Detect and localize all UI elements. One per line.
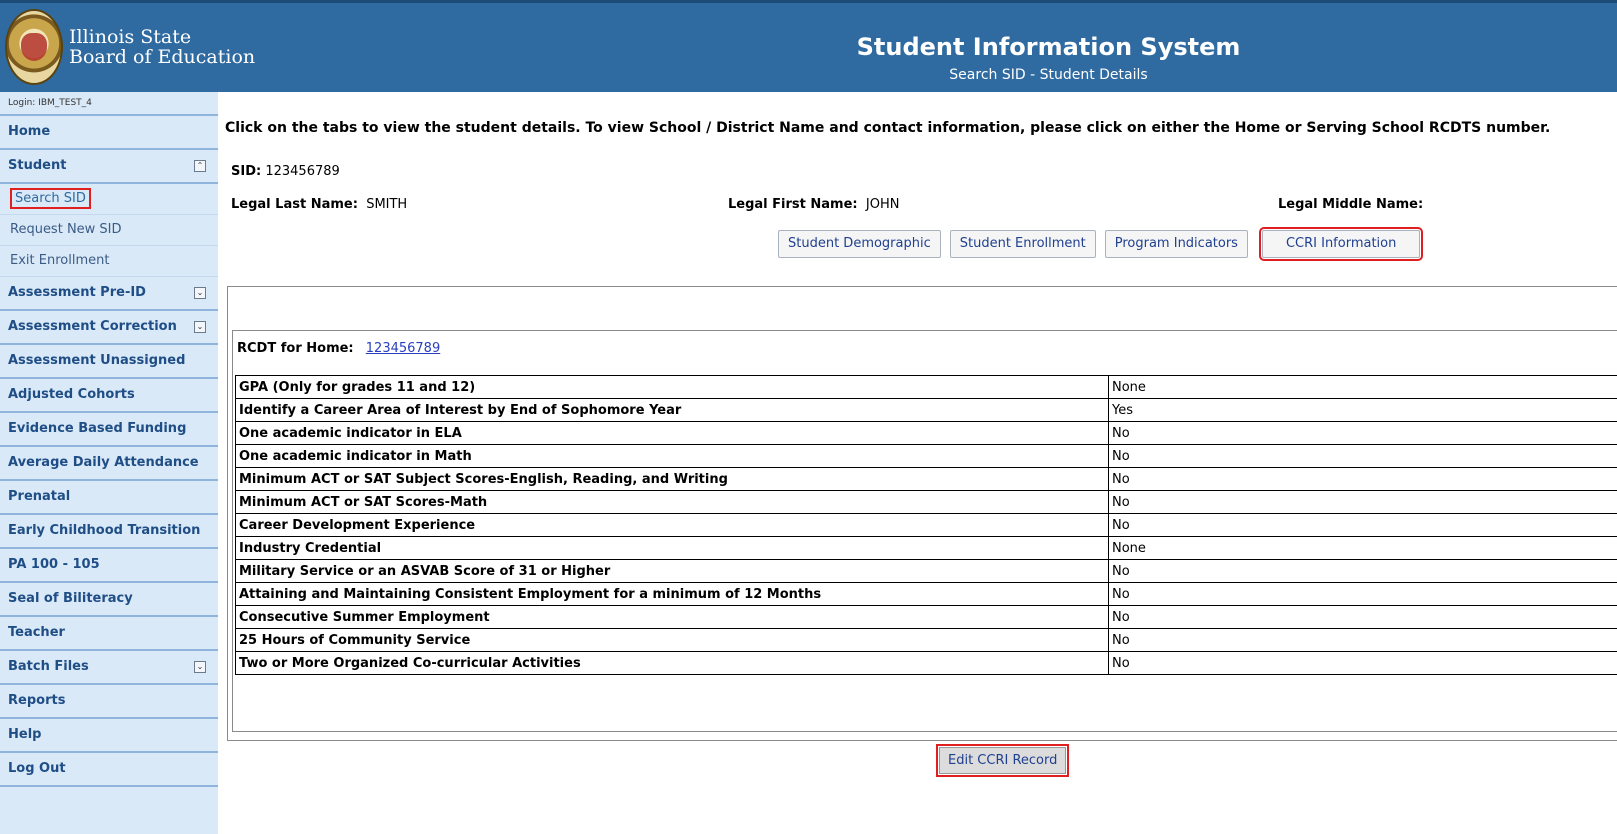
sidebar-item-pa-100-105[interactable]: PA 100 - 105 [0,549,218,583]
sidebar-nav: Login: IBM_TEST_4 Home Student ⌃ Search … [0,92,218,834]
indicator-value: No [1108,421,1617,445]
table-row: Attaining and Maintaining Consistent Emp… [235,582,1617,606]
ccri-table: GPA (Only for grades 11 and 12) None Iden… [235,375,1617,675]
table-row: Consecutive Summer Employment No [235,605,1617,629]
middle-name-label: Legal Middle Name: [1278,197,1424,212]
table-row: GPA (Only for grades 11 and 12) None [235,375,1617,399]
indicator-value: No [1108,605,1617,629]
page-subtitle: Search SID - Student Details [949,67,1148,83]
sidebar-item-assessment-unassigned[interactable]: Assessment Unassigned [0,345,218,379]
indicator-value: None [1108,536,1617,560]
tab-student-enrollment[interactable]: Student Enrollment [949,230,1096,258]
sidebar-item-batch-files[interactable]: Batch Files ⌄ [0,651,218,685]
app-title: Student Information System [856,33,1241,61]
indicator-value: None [1108,375,1617,399]
chevron-down-icon[interactable]: ⌄ [194,661,206,673]
indicator-value: No [1108,559,1617,583]
first-name-field: Legal First Name: JOHN [728,197,899,212]
last-name-field: Legal Last Name: SMITH [231,197,407,212]
chevron-up-icon[interactable]: ⌃ [194,160,206,172]
instructions-text: Click on the tabs to view the student de… [225,120,1551,136]
indicator-label: Attaining and Maintaining Consistent Emp… [235,582,1109,606]
sidebar-item-home[interactable]: Home [0,116,218,150]
table-row: Career Development Experience No [235,513,1617,537]
rcdt-home-link[interactable]: 123456789 [366,341,440,356]
sidebar-item-evidence-based-funding[interactable]: Evidence Based Funding [0,413,218,447]
first-name-label: Legal First Name: [728,197,858,212]
indicator-label: One academic indicator in ELA [235,421,1109,445]
sid-row: SID: 123456789 [231,164,340,179]
sidebar-item-label: Search SID [10,188,91,209]
indicator-value: No [1108,490,1617,514]
table-row: 25 Hours of Community Service No [235,628,1617,652]
sidebar-item-assessment-correction[interactable]: Assessment Correction ⌄ [0,311,218,345]
app-title-block: Student Information System Search SID - … [0,33,1617,83]
indicator-value: Yes [1108,398,1617,422]
table-row: Minimum ACT or SAT Subject Scores-Englis… [235,467,1617,491]
detail-tabs: Student Demographic Student Enrollment P… [778,227,1429,261]
page-header: Illinois State Board of Education Studen… [0,0,1617,92]
indicator-label: One academic indicator in Math [235,444,1109,468]
tab-program-indicators[interactable]: Program Indicators [1104,230,1248,258]
sidebar-item-help[interactable]: Help [0,719,218,753]
sidebar-item-early-childhood-transition[interactable]: Early Childhood Transition [0,515,218,549]
sid-value: 123456789 [265,164,340,179]
indicator-value: No [1108,582,1617,606]
indicator-value: No [1108,444,1617,468]
indicator-label: Consecutive Summer Employment [235,605,1109,629]
table-row: One academic indicator in ELA No [235,421,1617,445]
table-row: Military Service or an ASVAB Score of 31… [235,559,1617,583]
ccri-panel: RCDT for Home: 123456789 GPA (Only for g… [227,286,1617,741]
sidebar-item-label: Batch Files [8,659,89,674]
middle-name-field: Legal Middle Name: [1278,197,1423,212]
sidebar-subitem-exit-enrollment[interactable]: Exit Enrollment [0,246,218,277]
indicator-label: Minimum ACT or SAT Subject Scores-Englis… [235,467,1109,491]
sidebar-item-teacher[interactable]: Teacher [0,617,218,651]
login-info: Login: IBM_TEST_4 [0,92,218,116]
tab-student-demographic[interactable]: Student Demographic [778,230,941,258]
sidebar-item-label: Student [8,158,67,173]
ccri-inner-panel: RCDT for Home: 123456789 GPA (Only for g… [232,330,1617,732]
table-row: Identify a Career Area of Interest by En… [235,398,1617,422]
sidebar-item-adjusted-cohorts[interactable]: Adjusted Cohorts [0,379,218,413]
sidebar-item-prenatal[interactable]: Prenatal [0,481,218,515]
sidebar-item-label: Assessment Correction [8,319,177,334]
sidebar-subitem-request-new-sid[interactable]: Request New SID [0,215,218,246]
indicator-value: No [1108,467,1617,491]
chevron-down-icon[interactable]: ⌄ [194,321,206,333]
sid-label: SID: [231,164,262,179]
main-content: Click on the tabs to view the student de… [225,92,1617,834]
first-name-value: JOHN [865,197,900,212]
indicator-label: Two or More Organized Co-curricular Acti… [235,651,1109,675]
indicator-label: Career Development Experience [235,513,1109,537]
sidebar-item-seal-of-biliteracy[interactable]: Seal of Biliteracy [0,583,218,617]
sidebar-item-log-out[interactable]: Log Out [0,753,218,787]
edit-ccri-record-button[interactable]: Edit CCRI Record [935,744,1070,777]
tab-ccri-information[interactable]: CCRI Information [1258,227,1424,261]
indicator-label: Identify a Career Area of Interest by En… [235,398,1109,422]
indicator-label: Minimum ACT or SAT Scores-Math [235,490,1109,514]
indicator-value: No [1108,651,1617,675]
indicator-value: No [1108,513,1617,537]
last-name-value: SMITH [366,197,408,212]
table-row: Minimum ACT or SAT Scores-Math No [235,490,1617,514]
indicator-label: GPA (Only for grades 11 and 12) [235,375,1109,399]
indicator-label: Military Service or an ASVAB Score of 31… [235,559,1109,583]
sidebar-item-reports[interactable]: Reports [0,685,218,719]
sidebar-item-average-daily-attendance[interactable]: Average Daily Attendance [0,447,218,481]
sidebar-item-student[interactable]: Student ⌃ [0,150,218,184]
sidebar-item-label: Assessment Pre-ID [8,285,146,300]
sidebar-item-assessment-pre-id[interactable]: Assessment Pre-ID ⌄ [0,277,218,311]
indicator-label: Industry Credential [235,536,1109,560]
table-row: Two or More Organized Co-curricular Acti… [235,651,1617,675]
rcdt-home-label: RCDT for Home: [237,341,354,356]
table-row: Industry Credential None [235,536,1617,560]
sidebar-subitem-search-sid[interactable]: Search SID [0,184,218,215]
rcdt-home-row: RCDT for Home: 123456789 [237,341,440,356]
indicator-label: 25 Hours of Community Service [235,628,1109,652]
indicator-value: No [1108,628,1617,652]
last-name-label: Legal Last Name: [231,197,358,212]
table-row: One academic indicator in Math No [235,444,1617,468]
chevron-down-icon[interactable]: ⌄ [194,287,206,299]
